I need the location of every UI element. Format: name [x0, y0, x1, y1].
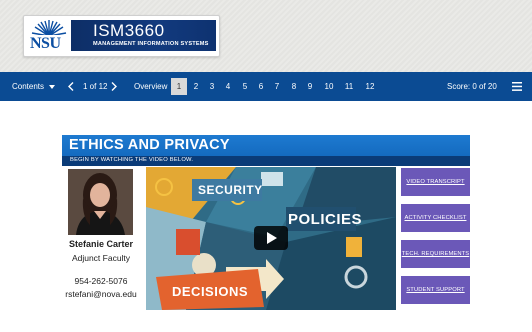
page-link-9[interactable]: 9 — [303, 72, 317, 101]
video-transcript-button[interactable]: VIDEO TRANSCRIPT — [401, 168, 470, 196]
page-link-2[interactable]: 2 — [189, 72, 203, 101]
instructor-role: Adjunct Faculty — [71, 253, 131, 263]
tech-requirements-button[interactable]: TECH. REQUIREMENTS — [401, 240, 470, 268]
contents-label: Contents — [12, 82, 45, 91]
play-icon — [267, 232, 277, 244]
page-link-6[interactable]: 6 — [254, 72, 268, 101]
module-header: ETHICS AND PRIVACY BEGIN BY WATCHING THE… — [62, 135, 470, 166]
hamburger-menu-icon — [512, 82, 522, 92]
page-link-11[interactable]: 11 — [340, 72, 358, 101]
page-indicator: 1 of 12 — [83, 82, 108, 91]
prev-page-button[interactable] — [68, 72, 74, 101]
nsu-logo-text: NSU — [30, 35, 61, 52]
contents-menu-button[interactable]: Contents — [12, 72, 56, 101]
module-subtitle: BEGIN BY WATCHING THE VIDEO BELOW. — [70, 157, 194, 163]
instructor-photo — [68, 169, 133, 235]
instructor-name: Stefanie Carter — [68, 239, 134, 249]
course-title-banner: ISM3660 MANAGEMENT INFORMATION SYSTEMS — [71, 20, 216, 51]
top-header: NSU ISM3660 MANAGEMENT INFORMATION SYSTE… — [0, 0, 532, 72]
course-navbar: Contents 1 of 12 Overview 1 2 3 4 5 6 7 … — [0, 72, 532, 101]
chevron-left-icon — [68, 82, 74, 92]
video-play-button[interactable] — [254, 226, 288, 250]
page-link-3[interactable]: 3 — [205, 72, 219, 101]
course-logo[interactable]: NSU ISM3660 MANAGEMENT INFORMATION SYSTE… — [23, 15, 220, 57]
next-page-button[interactable] — [111, 72, 117, 101]
page-link-12[interactable]: 12 — [361, 72, 379, 101]
menu-button[interactable] — [512, 72, 522, 101]
module-subtitle-bar: BEGIN BY WATCHING THE VIDEO BELOW. — [62, 156, 470, 166]
instructor-email[interactable]: rstefani@nova.edu — [62, 289, 140, 299]
activity-checklist-button[interactable]: ACTIVITY CHECKLIST — [401, 204, 470, 232]
video-word-decisions: DECISIONS — [172, 284, 249, 299]
instructor-portrait — [68, 169, 133, 235]
page-link-4[interactable]: 4 — [221, 72, 235, 101]
course-code: ISM3660 — [93, 21, 165, 40]
page-link-10[interactable]: 10 — [320, 72, 338, 101]
chevron-right-icon — [111, 82, 117, 92]
score-display: Score: 0 of 20 — [447, 82, 497, 91]
page-link-5[interactable]: 5 — [238, 72, 252, 101]
video-word-security: SECURITY — [198, 183, 263, 197]
instructor-phone: 954-262-5076 — [74, 276, 128, 286]
page-link-8[interactable]: 8 — [287, 72, 301, 101]
video-word-policies: POLICIES — [288, 211, 363, 228]
page-link-7[interactable]: 7 — [270, 72, 284, 101]
course-name: MANAGEMENT INFORMATION SYSTEMS — [93, 41, 209, 47]
module-title: ETHICS AND PRIVACY — [69, 137, 230, 153]
overview-link[interactable]: Overview — [134, 72, 167, 101]
caret-down-icon — [49, 84, 56, 89]
page-link-1[interactable]: 1 — [171, 78, 187, 95]
student-support-button[interactable]: STUDENT SUPPORT — [401, 276, 470, 304]
